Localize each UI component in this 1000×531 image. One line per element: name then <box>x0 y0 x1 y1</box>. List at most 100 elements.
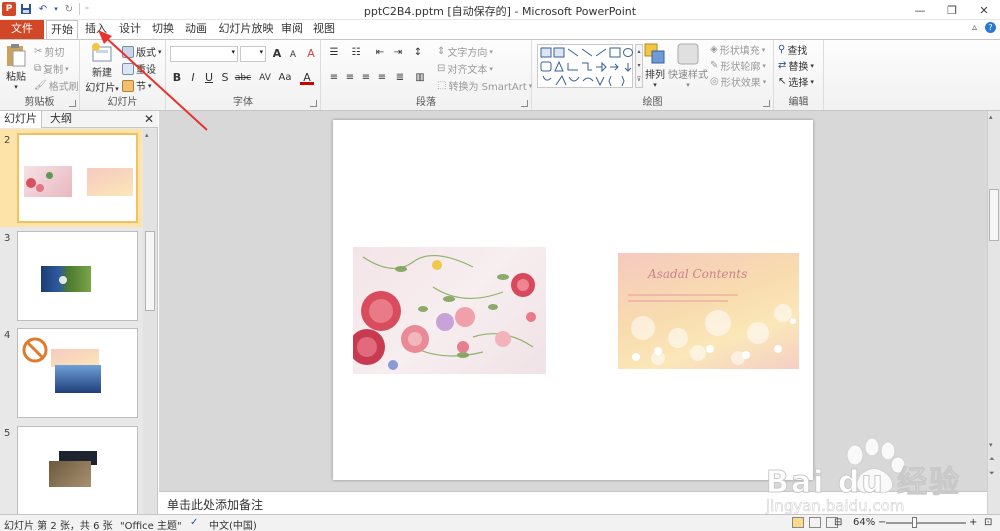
change-case-button[interactable]: Aa <box>276 71 294 85</box>
tab-file[interactable]: 文件 <box>0 20 44 39</box>
cut-button[interactable]: ✂ 剪切 <box>34 44 64 59</box>
tab-home[interactable]: 开始 <box>46 20 78 40</box>
align-text-button[interactable]: ⊟ 对齐文本 ▾ <box>437 61 493 76</box>
language-indicator[interactable]: 中文(中国) <box>209 517 257 531</box>
close-pane-icon[interactable]: ✕ <box>144 112 154 126</box>
align-right-icon[interactable]: ≡ <box>359 71 373 85</box>
numbering-icon[interactable]: ☷ <box>349 46 363 60</box>
tab-transitions[interactable]: 切换 <box>149 20 177 39</box>
slides-pane: 幻灯片 大纲 ✕ 2 3 4 5 ▴ <box>0 111 158 514</box>
layout-button[interactable]: 版式 ▾ <box>122 44 162 59</box>
tab-design[interactable]: 设计 <box>116 20 144 39</box>
minimize-button[interactable]: — <box>904 0 936 20</box>
font-size-combo[interactable]: ▾ <box>240 46 266 62</box>
font-name-dropdown-icon[interactable]: ▾ <box>231 48 235 56</box>
slide-thumbnail-3[interactable] <box>17 231 138 321</box>
bullets-icon[interactable]: ☰ <box>327 46 341 60</box>
convert-smartart-button[interactable]: ⬚ 转换为 SmartArt ▾ <box>437 78 532 93</box>
underline-button[interactable]: U <box>202 71 216 85</box>
close-window-button[interactable]: ✕ <box>968 0 1000 20</box>
paste-dropdown-icon[interactable]: ▾ <box>14 83 18 91</box>
distributed-icon[interactable]: ≣ <box>393 71 407 85</box>
proofing-icon[interactable]: ✓ <box>190 517 198 528</box>
copy-dropdown-icon[interactable]: ▾ <box>65 65 69 73</box>
new-slide-button[interactable]: 新建 幻灯片▾ <box>84 42 120 94</box>
character-spacing-button[interactable]: AV <box>256 71 274 85</box>
pen-icon: ✎ <box>710 60 719 71</box>
font-size-dropdown-icon[interactable]: ▾ <box>259 48 263 56</box>
font-color-button[interactable]: A <box>300 71 314 85</box>
main-scroll-up-icon[interactable]: ▴ <box>989 113 993 121</box>
main-scrollbar-thumb[interactable] <box>989 189 999 241</box>
align-left-icon[interactable]: ≡ <box>327 71 341 85</box>
font-name-combo[interactable]: ▾ <box>170 46 238 62</box>
clear-formatting-button[interactable]: A <box>304 47 318 61</box>
columns-icon[interactable]: ▥ <box>413 71 427 85</box>
arrange-button[interactable]: 排列 ▾ <box>640 42 670 89</box>
baidu-watermark: Bai du 经验 jingyan.baidu.com <box>760 425 1000 525</box>
ribbon-tabs-right: ▵ ? <box>972 22 996 33</box>
scroll-up-icon[interactable]: ▴ <box>145 131 149 139</box>
quick-styles-button[interactable]: 快速样式 ▾ <box>668 42 708 89</box>
format-painter-label: 格式刷 <box>48 82 79 93</box>
window-title: pptC2B4.pptm [自动保存的] - Microsoft PowerPo… <box>363 5 637 18</box>
clipboard-launcher-icon[interactable] <box>69 100 76 107</box>
font-launcher-icon[interactable] <box>310 100 317 107</box>
minimize-ribbon-icon[interactable]: ▵ <box>972 22 977 33</box>
smartart-label: 转换为 SmartArt <box>448 82 527 93</box>
strikethrough-button[interactable]: abc <box>234 71 252 85</box>
text-direction-label: 文字方向 <box>447 48 488 59</box>
tab-animations[interactable]: 动画 <box>182 20 210 39</box>
text-direction-button[interactable]: ⇕ 文字方向 ▾ <box>437 44 493 59</box>
grow-font-button[interactable]: A <box>270 47 284 61</box>
shape-outline-button[interactable]: ✎ 形状轮廓 ▾ <box>710 58 766 73</box>
binoculars-icon: ⚲ <box>778 44 786 55</box>
editing-group: ⚲ 查找 ⇄ 替换 ▾ ↖ 选择 ▾ 编辑 <box>774 40 824 110</box>
shape-effects-button[interactable]: ◎ 形状效果 ▾ <box>710 74 766 89</box>
shrink-font-button[interactable]: A <box>286 48 300 62</box>
slide-thumbnail-2[interactable] <box>17 133 138 223</box>
section-button[interactable]: 节 ▾ <box>122 78 152 93</box>
restore-button[interactable]: ❐ <box>936 0 968 20</box>
drawing-launcher-icon[interactable] <box>763 100 770 107</box>
tab-insert[interactable]: 插入 <box>82 20 110 39</box>
tab-view[interactable]: 视图 <box>311 20 337 39</box>
golden-banner-picture[interactable]: Asadal Contents <box>618 253 799 369</box>
quick-styles-label: 快速样式 <box>668 70 708 81</box>
shapes-gallery[interactable] <box>537 44 633 88</box>
tab-review[interactable]: 审阅 <box>279 20 305 39</box>
slides-pane-scrollbar[interactable]: ▴ <box>143 129 157 514</box>
line-spacing-icon[interactable]: ↕ <box>411 46 425 60</box>
slide-thumbnail-5[interactable] <box>17 426 138 514</box>
paste-button[interactable]: 粘贴 ▾ <box>4 42 28 91</box>
tab-outline-view[interactable]: 大纲 <box>46 111 76 128</box>
shape-fill-button[interactable]: ◈ 形状填充 ▾ <box>710 42 765 57</box>
shadow-button[interactable]: S <box>218 71 232 85</box>
find-button[interactable]: ⚲ 查找 <box>778 42 807 57</box>
scrollbar-thumb[interactable] <box>145 231 155 311</box>
tab-slideshow[interactable]: 幻灯片放映 <box>217 20 275 39</box>
align-center-icon[interactable]: ≡ <box>343 71 357 85</box>
replace-button[interactable]: ⇄ 替换 ▾ <box>778 58 814 73</box>
help-icon[interactable]: ? <box>985 22 996 33</box>
justify-icon[interactable]: ≡ <box>375 71 389 85</box>
floral-picture[interactable] <box>353 247 546 374</box>
tab-slides-view[interactable]: 幻灯片 <box>0 111 42 128</box>
increase-indent-icon[interactable]: ⇥ <box>391 46 405 60</box>
bold-button[interactable]: B <box>170 71 184 85</box>
slide-number: 3 <box>4 233 11 244</box>
current-slide[interactable]: Asadal Contents <box>333 120 813 480</box>
shapes-gallery-icons <box>540 47 633 87</box>
italic-button[interactable]: I <box>186 71 200 85</box>
select-button[interactable]: ↖ 选择 ▾ <box>778 74 814 89</box>
reset-button[interactable]: 重设 <box>122 61 156 76</box>
no-entry-icon <box>22 337 48 363</box>
text-direction-icon: ⇕ <box>437 46 446 57</box>
font-group: ▾ ▾ A A A B I U S abc AV Aa A 字体 <box>166 40 321 110</box>
reset-label: 重设 <box>136 65 156 76</box>
copy-button[interactable]: ⧉ 复制 ▾ <box>34 61 69 76</box>
section-label: 节 <box>136 82 146 93</box>
decrease-indent-icon[interactable]: ⇤ <box>373 46 387 60</box>
format-painter-button[interactable]: 🖌 格式刷 <box>34 78 79 93</box>
paragraph-launcher-icon[interactable] <box>521 100 528 107</box>
